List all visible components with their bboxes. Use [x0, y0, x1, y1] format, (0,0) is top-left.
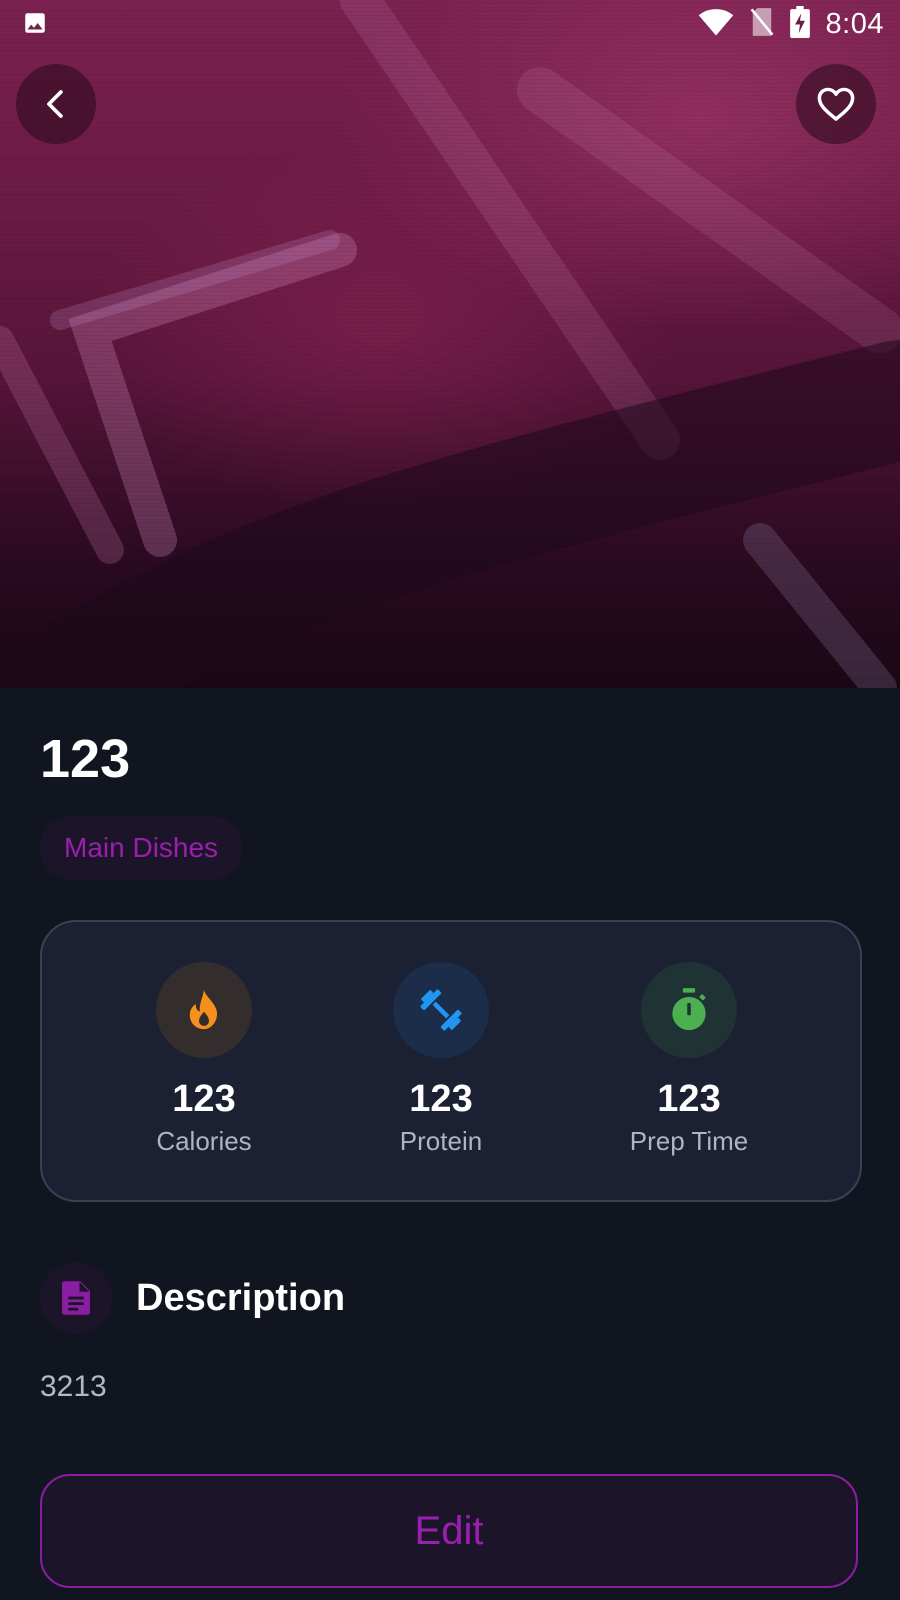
chevron-left-icon	[47, 90, 63, 118]
heart-outline-icon	[817, 87, 855, 121]
status-bar: 8:04	[0, 0, 900, 48]
recipe-title: 123	[40, 729, 131, 789]
dumbbell-icon	[393, 962, 489, 1058]
recipe-hero-image	[0, 0, 900, 688]
back-button[interactable]	[16, 64, 96, 144]
stat-calories: 123 Calories	[94, 962, 314, 1158]
category-chip: Main Dishes	[40, 816, 243, 880]
stat-prep-time: 123 Prep Time	[579, 962, 799, 1158]
favorite-button[interactable]	[796, 64, 876, 144]
status-time: 8:04	[825, 7, 884, 40]
fire-icon	[156, 962, 252, 1058]
description-text: 3213	[40, 1370, 107, 1403]
section-title: Description	[136, 1276, 346, 1319]
stat-label: Calories	[156, 1126, 252, 1156]
recipe-detail-screen: 8:04 123 Main Dishes 123 Calories 123 Pr…	[0, 0, 900, 1600]
image-notification-icon	[22, 10, 48, 40]
stopwatch-icon	[641, 962, 737, 1058]
nutrition-stats-card: 123 Calories 123 Protein 123 Prep Time	[40, 920, 862, 1202]
stat-value: 123	[409, 1078, 473, 1120]
hero-abstract-art	[0, 0, 900, 688]
edit-button[interactable]: Edit	[40, 1474, 858, 1588]
stat-label: Protein	[399, 1126, 483, 1156]
stat-value: 123	[172, 1078, 236, 1120]
no-sim-icon	[750, 7, 774, 41]
stat-protein: 123 Protein	[331, 962, 551, 1158]
battery-charging-icon	[789, 6, 810, 42]
recipe-content: 123 Main Dishes 123 Calories 123 Protein…	[0, 688, 900, 1600]
document-icon	[40, 1262, 112, 1334]
stat-value: 123	[657, 1078, 721, 1120]
description-header: Description	[40, 1262, 345, 1334]
stat-label: Prep Time	[629, 1126, 749, 1156]
wifi-icon	[698, 7, 734, 41]
